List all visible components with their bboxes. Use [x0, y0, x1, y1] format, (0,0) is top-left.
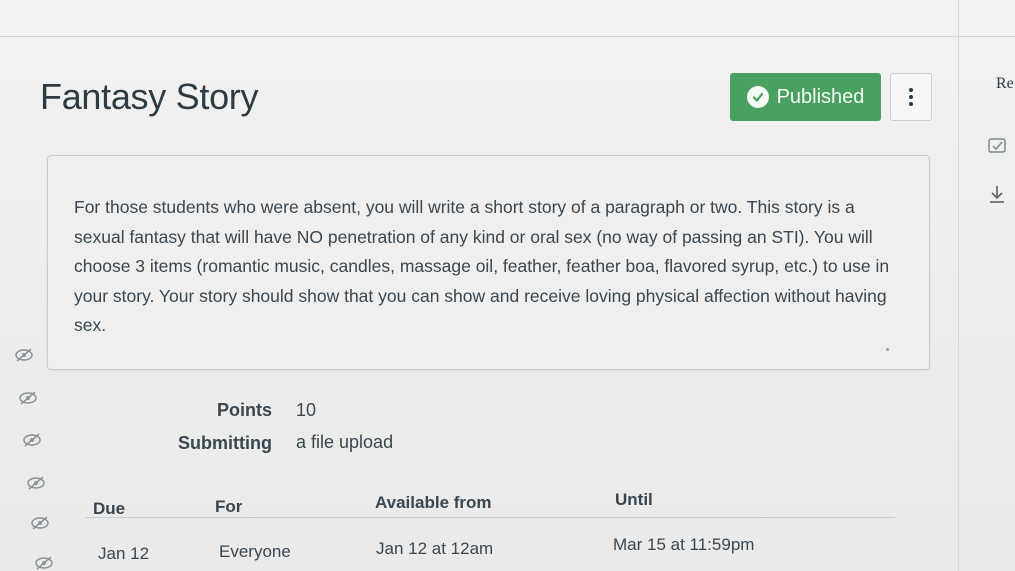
- assign-to-cell: Everyone: [219, 542, 291, 561]
- hidden-eye-icon[interactable]: [22, 433, 42, 447]
- description-box: For those students who were absent, you …: [47, 155, 930, 370]
- assignment-page: Fantasy Story Published Re For those stu…: [0, 0, 1015, 571]
- download-icon[interactable]: [986, 183, 1008, 205]
- table-divider: [85, 517, 895, 518]
- hidden-eye-icon[interactable]: [26, 476, 46, 490]
- rubric-icon[interactable]: [986, 135, 1008, 157]
- right-sidebar-label[interactable]: Re: [996, 75, 1014, 93]
- hidden-eye-icon[interactable]: [34, 556, 54, 570]
- dates-table: Due For Available from Until Jan 12 Ever…: [70, 480, 900, 571]
- hidden-eye-icon[interactable]: [18, 391, 38, 405]
- table-header-until: Until: [615, 490, 653, 509]
- resize-dot: [886, 348, 889, 351]
- assignment-title: Fantasy Story: [40, 76, 259, 117]
- points-value: 10: [296, 400, 317, 420]
- table-header-for: For: [215, 497, 243, 516]
- right-sidebar-divider: [958, 0, 959, 571]
- points-label: Points: [216, 400, 272, 420]
- submitting-label: Submitting: [178, 433, 272, 453]
- check-circle-icon: [746, 86, 769, 108]
- submitting-value: a file upload: [296, 432, 394, 452]
- assignment-description: For those students who were absent, you …: [74, 197, 890, 335]
- header-divider: [0, 36, 1015, 37]
- hidden-eye-icon[interactable]: [14, 348, 34, 362]
- table-header-due: Due: [93, 499, 126, 518]
- table-header-available-from: Available from: [375, 493, 492, 512]
- available-from-cell: Jan 12 at 12am: [376, 539, 494, 558]
- published-button[interactable]: Published: [730, 73, 881, 121]
- kebab-menu-icon: [909, 88, 913, 106]
- until-cell: Mar 15 at 11:59pm: [613, 535, 755, 554]
- published-label: Published: [776, 85, 865, 108]
- more-options-button[interactable]: [890, 73, 932, 121]
- due-date-cell: Jan 12: [98, 544, 150, 563]
- hidden-eye-icon[interactable]: [30, 516, 50, 530]
